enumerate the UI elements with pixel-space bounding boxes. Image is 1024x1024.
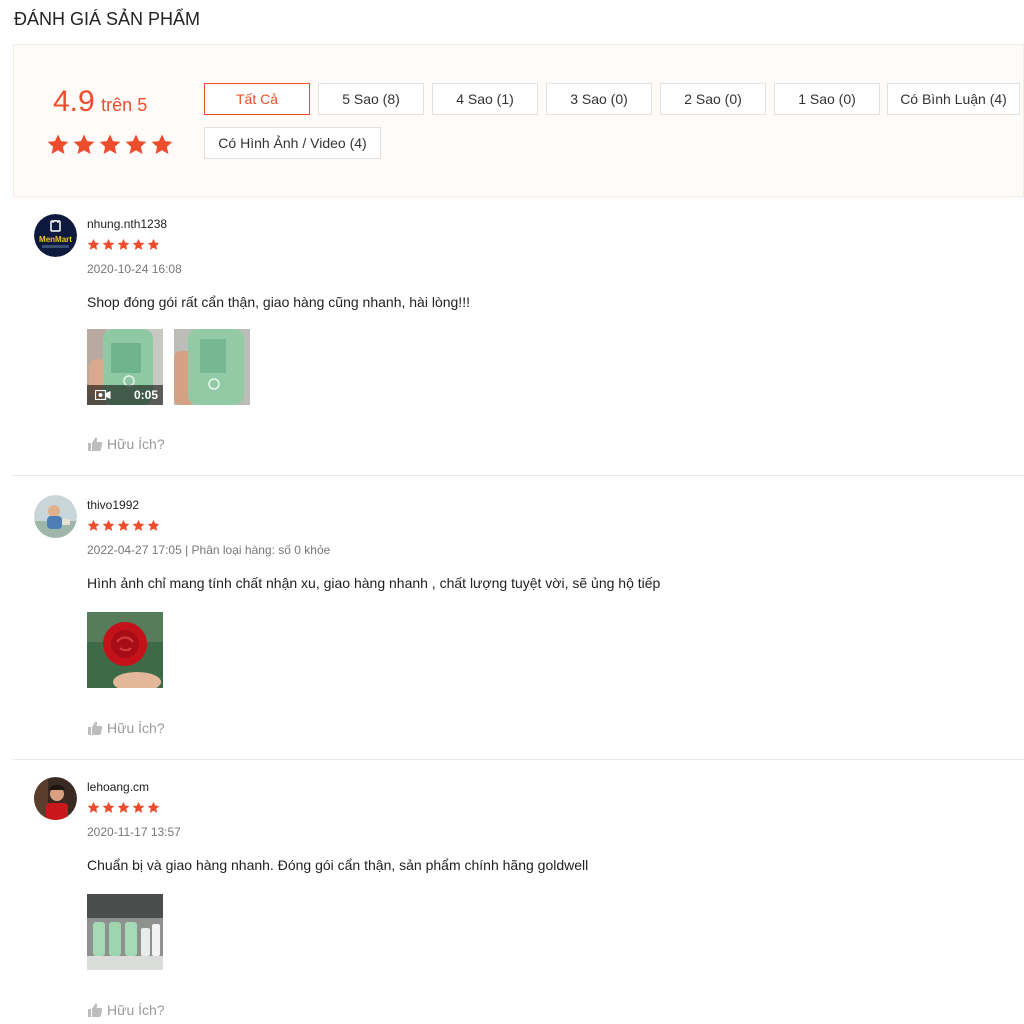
star-icon [47,134,69,154]
reviewer-username[interactable]: thivo1992 [87,498,139,512]
review-image-thumbnail[interactable] [87,894,163,970]
review-meta: 2020-10-24 16:08 [87,262,182,276]
review-meta: 2020-11-17 13:57 [87,825,181,839]
review-stars [87,238,160,251]
review-comment: Chuẩn bị và giao hàng nhanh. Đóng gói cẩ… [87,857,589,873]
filter-all[interactable]: Tất Cả [204,83,310,115]
star-icon [102,801,115,813]
star-icon [151,134,173,154]
review-image-thumbnail[interactable] [87,612,163,688]
avatar-text: MenMart [39,235,72,244]
helpful-label: Hữu Ích? [107,1002,165,1018]
filter-4-star[interactable]: 4 Sao (1) [432,83,538,115]
star-icon [73,134,95,154]
thumbs-up-icon [88,721,103,735]
review-comment: Shop đóng gói rất cẩn thận, giao hàng cũ… [87,294,470,310]
review-divider [13,475,1024,476]
helpful-label: Hữu Ích? [107,436,165,452]
review-stars [87,801,160,814]
star-icon [117,519,130,531]
star-icon [132,238,145,250]
filter-with-comment[interactable]: Có Bình Luận (4) [887,83,1020,115]
reviewer-username[interactable]: nhung.nth1238 [87,217,167,231]
page-title: ĐÁNH GIÁ SẢN PHẨM [14,9,201,29]
thumbs-up-icon [88,437,103,451]
star-icon [102,519,115,531]
star-icon [99,134,121,154]
rating-value: 4.9 [53,85,95,118]
review-divider [13,759,1024,760]
rating-out-of: trên 5 [101,95,148,115]
helpful-button[interactable]: Hữu Ích? [87,436,165,452]
star-icon [147,238,160,250]
star-icon [147,519,160,531]
review-meta: 2022-04-27 17:05 | Phân loại hàng: số 0 … [87,543,331,557]
star-icon [132,801,145,813]
review-stars [87,519,160,532]
star-icon [117,801,130,813]
video-duration: 0:05 [133,388,158,402]
star-icon [132,519,145,531]
star-icon [87,801,100,813]
star-icon [125,134,147,154]
avatar[interactable] [34,777,77,820]
helpful-label: Hữu Ích? [107,720,165,736]
avatar[interactable] [34,495,77,538]
rating-score: 4.9 trên 5 [53,85,147,119]
helpful-button[interactable]: Hữu Ích? [87,720,165,736]
filter-with-media[interactable]: Có Hình Ảnh / Video (4) [204,127,381,159]
filter-5-star[interactable]: 5 Sao (8) [318,83,424,115]
rating-stars [46,133,174,156]
filter-3-star[interactable]: 3 Sao (0) [546,83,652,115]
reviewer-username[interactable]: lehoang.cm [87,780,149,794]
filter-1-star[interactable]: 1 Sao (0) [774,83,880,115]
star-icon [102,238,115,250]
helpful-button[interactable]: Hữu Ích? [87,1002,165,1018]
avatar[interactable]: MenMart [34,214,77,257]
review-video-thumbnail[interactable]: 0:05 [87,329,163,405]
thumbs-up-icon [88,1003,103,1017]
review-comment: Hình ảnh chỉ mang tính chất nhận xu, gia… [87,575,661,591]
video-camera-icon [95,390,111,400]
filter-2-star[interactable]: 2 Sao (0) [660,83,766,115]
star-icon [87,238,100,250]
star-icon [147,801,160,813]
rating-overview: 4.9 trên 5 Tất Cả 5 Sao (8) 4 Sao (1) 3 … [13,44,1024,197]
star-icon [87,519,100,531]
star-icon [117,238,130,250]
review-image-thumbnail[interactable] [174,329,250,405]
